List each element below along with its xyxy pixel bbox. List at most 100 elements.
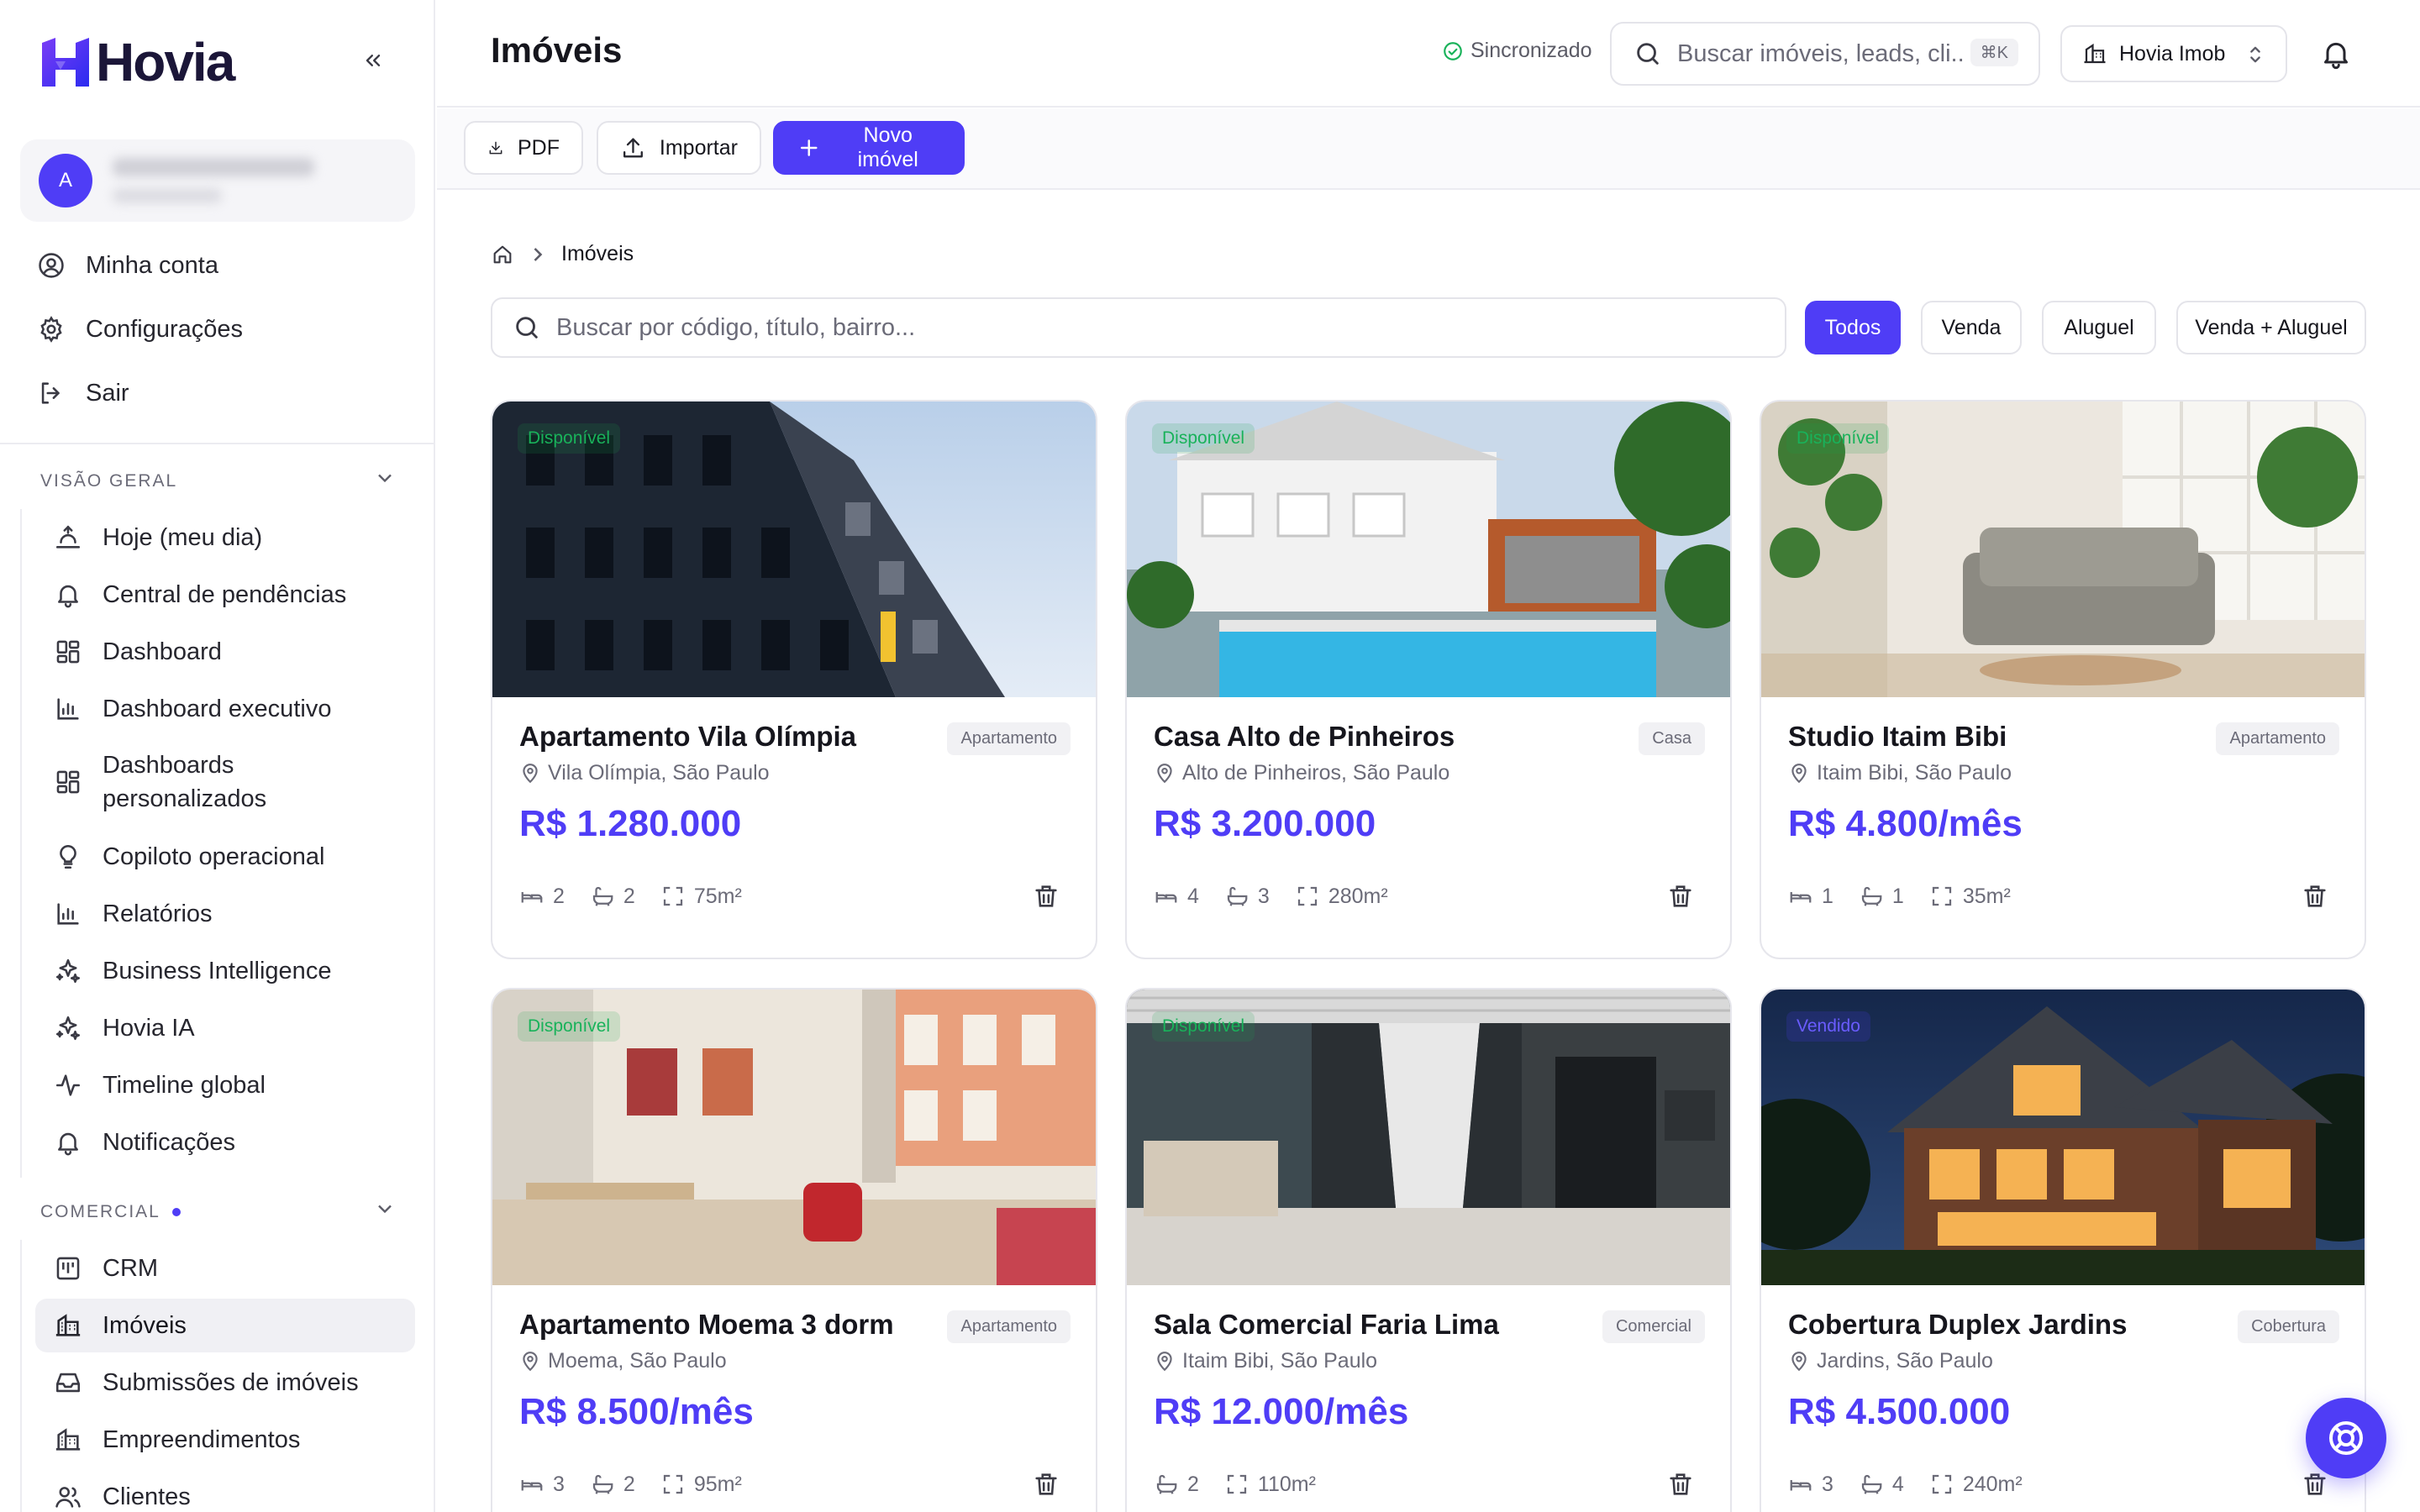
property-price: R$ 4.800/mês	[1788, 803, 2023, 844]
area-value: 95m²	[693, 1472, 742, 1496]
sidebar: Hovia A Minha conta Configurações Sair V…	[0, 0, 435, 1512]
property-search[interactable]	[491, 297, 1786, 358]
bedrooms: 3	[519, 1472, 565, 1497]
section-visao-geral-header[interactable]: VISÃO GERAL	[40, 471, 397, 491]
sidebar-item-hoje[interactable]: Hoje (meu dia)	[35, 517, 415, 559]
sync-status-label: Sincronizado	[1470, 39, 1592, 62]
shortcut-hint: ⌘K	[1970, 39, 2018, 66]
property-title: Sala Comercial Faria Lima	[1154, 1309, 1499, 1340]
sidebar-item-label: Dashboard executivo	[103, 695, 332, 722]
bedrooms-count: 2	[553, 884, 565, 908]
delete-trash-icon[interactable]	[2301, 882, 2329, 911]
bedrooms-count: 3	[553, 1472, 565, 1496]
global-search[interactable]: ⌘K	[1610, 22, 2040, 86]
delete-trash-icon[interactable]	[1032, 882, 1060, 911]
status-badge: Disponível	[518, 1011, 621, 1042]
sidebar-item-dashboard-executivo[interactable]: Dashboard executivo	[35, 688, 415, 730]
bed-icon	[1790, 892, 1812, 903]
account-menu-configuracoes[interactable]: Configurações	[37, 308, 243, 350]
org-switcher[interactable]: Hovia Imob	[2060, 25, 2287, 82]
property-card[interactable]: Disponível Apartamento Moema 3 dorm Apar…	[491, 988, 1097, 1512]
delete-trash-icon[interactable]	[1666, 882, 1695, 911]
property-type-badge: Casa	[1639, 722, 1705, 755]
expand-icon	[663, 1474, 682, 1494]
account-menu-sair[interactable]: Sair	[37, 372, 129, 414]
import-label: Importar	[659, 135, 738, 160]
inbox-icon	[55, 1373, 81, 1393]
sidebar-item-hovia-ia[interactable]: Hovia IA	[35, 1007, 415, 1049]
bedrooms: 1	[1788, 884, 1833, 909]
sidebar-item-dashboards-personalizados[interactable]: Dashboards personalizados	[35, 746, 415, 818]
sidebar-item-business-intelligence[interactable]: Business Intelligence	[35, 950, 415, 992]
brand-name: Hovia	[96, 32, 235, 92]
expand-icon	[1932, 1474, 1951, 1494]
property-card[interactable]: Disponível Apartamento Vila Olímpia Apar…	[491, 400, 1097, 959]
import-button[interactable]: Importar	[597, 121, 761, 175]
bath-icon	[1227, 886, 1248, 906]
property-card[interactable]: Disponível Casa Alto de Pinheiros Casa A…	[1125, 400, 1732, 959]
bed-icon	[1790, 1480, 1812, 1491]
home-icon[interactable]	[491, 243, 514, 266]
new-property-button[interactable]: Novo imóvel	[773, 121, 965, 175]
delete-trash-icon[interactable]	[1666, 1470, 1695, 1499]
filter-venda-aluguel[interactable]: Venda + Aluguel	[2176, 301, 2366, 354]
property-location: Jardins, São Paulo	[1788, 1349, 1993, 1373]
sidebar-item-copiloto[interactable]: Copiloto operacional	[35, 836, 415, 878]
property-location: Itaim Bibi, São Paulo	[1788, 761, 2012, 785]
sidebar-item-crm[interactable]: CRM	[35, 1247, 415, 1289]
sunrise-icon	[55, 525, 81, 549]
filter-todos[interactable]: Todos	[1805, 301, 1901, 354]
expand-icon	[663, 886, 682, 906]
delete-trash-icon[interactable]	[2301, 1470, 2329, 1499]
bedrooms: 4	[1154, 884, 1199, 909]
collapse-sidebar-button[interactable]	[356, 44, 390, 77]
sidebar-item-imoveis[interactable]: Imóveis	[35, 1299, 415, 1352]
building-icon	[55, 1428, 81, 1451]
sidebar-item-notificacoes[interactable]: Notificações	[35, 1121, 415, 1163]
account-menu-minha-conta[interactable]: Minha conta	[37, 244, 218, 286]
topbar: Imóveis Sincronizado ⌘K Hovia Imob	[437, 0, 2420, 108]
sidebar-item-clientes[interactable]: Clientes	[35, 1476, 415, 1512]
sidebar-item-relatorios[interactable]: Relatórios	[35, 893, 415, 935]
property-type-badge: Apartamento	[947, 1310, 1071, 1343]
sidebar-item-central-pendencias[interactable]: Central de pendências	[35, 574, 415, 616]
help-button[interactable]	[2306, 1398, 2386, 1478]
filter-aluguel[interactable]: Aluguel	[2042, 301, 2156, 354]
area: 110m²	[1224, 1472, 1316, 1497]
property-card[interactable]: Disponível Studio Itaim Bibi Apartamento…	[1760, 400, 2366, 959]
property-features: 1 1 35m²	[1788, 884, 2036, 909]
section-comercial-header[interactable]: COMERCIAL	[40, 1202, 397, 1222]
bed-icon	[521, 1480, 543, 1491]
sidebar-item-label: Imóveis	[103, 1311, 187, 1339]
property-card[interactable]: Vendido Cobertura Duplex Jardins Cobertu…	[1760, 988, 2366, 1512]
download-icon	[489, 141, 502, 155]
filter-venda[interactable]: Venda	[1921, 301, 2022, 354]
property-features: 3 2 95m²	[519, 1472, 767, 1497]
page-title: Imóveis	[491, 30, 623, 70]
bar-chart-icon	[57, 903, 79, 925]
global-search-input[interactable]	[1677, 39, 1963, 68]
sidebar-item-submissoes[interactable]: Submissões de imóveis	[35, 1362, 415, 1404]
property-search-input[interactable]	[556, 313, 1733, 342]
property-price: R$ 4.500.000	[1788, 1391, 2011, 1432]
sparkles-icon	[55, 1016, 81, 1041]
notifications-bell-icon[interactable]	[2319, 37, 2353, 71]
property-type-badge: Apartamento	[947, 722, 1071, 755]
property-location-text: Jardins, São Paulo	[1817, 1349, 1993, 1373]
property-card[interactable]: Disponível Sala Comercial Faria Lima Com…	[1125, 988, 1732, 1512]
hovia-logo[interactable]: Hovia	[40, 32, 235, 92]
delete-trash-icon[interactable]	[1032, 1470, 1060, 1499]
area-value: 240m²	[1962, 1472, 2023, 1496]
sidebar-item-timeline-global[interactable]: Timeline global	[35, 1064, 415, 1106]
sidebar-item-empreendimentos[interactable]: Empreendimentos	[35, 1419, 415, 1461]
section-guide-line	[20, 1240, 22, 1512]
sidebar-item-dashboard[interactable]: Dashboard	[35, 631, 415, 673]
section-title: VISÃO GERAL	[40, 471, 178, 491]
property-price: R$ 12.000/mês	[1154, 1391, 1409, 1432]
sidebar-item-label-line2: personalizados	[103, 785, 267, 812]
sparkles-icon	[55, 958, 81, 984]
export-pdf-button[interactable]: PDF	[464, 121, 583, 175]
bedrooms-count: 1	[1822, 884, 1833, 908]
user-card[interactable]: A	[20, 139, 415, 222]
bedrooms: 3	[1788, 1472, 1833, 1497]
